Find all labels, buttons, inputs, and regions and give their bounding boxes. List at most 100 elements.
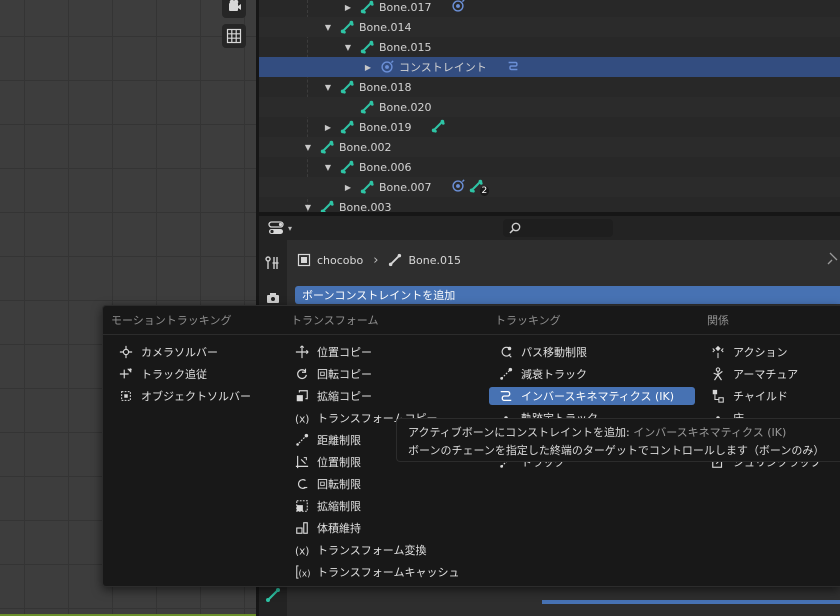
grid-view-icon[interactable] bbox=[222, 24, 246, 48]
outliner-row[interactable]: ▼ Bone.014 bbox=[259, 17, 840, 37]
editor-type-button[interactable]: ▾ bbox=[268, 220, 298, 236]
child-count: 2 bbox=[479, 186, 490, 196]
svg-text:(x): (x) bbox=[299, 569, 311, 579]
menu-item-label: 距離制限 bbox=[317, 434, 361, 447]
collapse-arrow-icon[interactable]: ▼ bbox=[303, 203, 313, 212]
camera-view-icon[interactable] bbox=[222, 0, 246, 18]
outliner-row-label: Bone.019 bbox=[359, 120, 412, 134]
bone-icon bbox=[430, 119, 446, 136]
tooltip-title: アクティブボーンにコンストレイントを追加: インバースキネマティクス (IK) bbox=[408, 424, 840, 440]
child-of-icon bbox=[709, 388, 727, 404]
search-input[interactable] bbox=[503, 219, 613, 237]
menu-item-copy-location[interactable]: 位置コピー bbox=[285, 343, 481, 361]
outliner-row[interactable]: ▼ Bone.018 bbox=[259, 77, 840, 97]
column-heading-relationship: 関係 bbox=[707, 314, 729, 327]
expand-arrow-icon[interactable]: ▶ bbox=[323, 123, 333, 132]
collapse-arrow-icon[interactable]: ▼ bbox=[343, 43, 353, 52]
outliner-row[interactable]: Bone.020 bbox=[259, 97, 840, 117]
breadcrumb: chocobo › Bone.015 bbox=[297, 250, 461, 270]
clamp-to-icon bbox=[497, 344, 515, 360]
menu-item-label: アクション bbox=[733, 346, 788, 359]
expand-arrow-icon[interactable]: ▶ bbox=[343, 183, 353, 192]
bone-icon bbox=[319, 200, 335, 212]
menu-item-maintain-volume[interactable]: 体積維持 bbox=[285, 519, 481, 537]
menu-item-clamp-to[interactable]: パス移動制限 bbox=[489, 343, 695, 361]
outliner-row-label: コンストレイント bbox=[399, 61, 487, 74]
outliner-row[interactable]: ▼ Bone.015 bbox=[259, 37, 840, 57]
limit-location-icon bbox=[293, 454, 311, 470]
menu-item-limit-scale[interactable]: 拡縮制限 bbox=[285, 497, 481, 515]
menu-item-label: 回転コピー bbox=[317, 368, 372, 381]
menu-separator bbox=[103, 334, 840, 335]
outliner-row-label: Bone.017 bbox=[379, 0, 432, 14]
copy-location-icon bbox=[293, 344, 311, 360]
column-heading-motion-tracking: モーショントラッキング bbox=[111, 314, 232, 327]
menu-item-label: 体積維持 bbox=[317, 522, 361, 535]
menu-item-track-follow[interactable]: トラック追従 bbox=[109, 365, 279, 383]
tooltip-prefix: アクティブボーンにコンストレイントを追加: bbox=[408, 426, 630, 439]
menu-item-limit-rotation[interactable]: 回転制限 bbox=[285, 475, 481, 493]
menu-item-label: チャイルド bbox=[733, 390, 788, 403]
outliner-row[interactable]: ▶ Bone.017 bbox=[259, 0, 840, 17]
outliner-row-label: Bone.007 bbox=[379, 180, 432, 194]
outliner-row-label: Bone.006 bbox=[359, 160, 412, 174]
bone-icon bbox=[359, 40, 375, 54]
menu-item-action[interactable]: アクション bbox=[701, 343, 840, 361]
expand-arrow-icon[interactable]: ▶ bbox=[343, 3, 353, 12]
collapse-arrow-icon[interactable]: ▼ bbox=[323, 23, 333, 32]
row-extra-icons[interactable] bbox=[505, 59, 521, 76]
limit-rotation-icon bbox=[293, 476, 311, 492]
menu-item-label: アーマチュア bbox=[733, 368, 799, 381]
row-extra-icons[interactable]: 2 bbox=[450, 178, 490, 196]
menu-item-transformation[interactable]: (x) トランスフォーム変換 bbox=[285, 541, 481, 559]
menu-item-armature[interactable]: アーマチュア bbox=[701, 365, 840, 383]
properties-header: ▾ bbox=[259, 216, 840, 240]
menu-item-child-of[interactable]: チャイルド bbox=[701, 387, 840, 405]
limit-distance-icon bbox=[293, 432, 311, 448]
transform-cache-icon: (x) bbox=[293, 564, 311, 580]
outliner[interactable]: ▶ Bone.017 ▼ Bone.014 ▼ Bone.015 ▶ コンストレイント ▼ Bon… bbox=[259, 0, 840, 212]
tool-tab-icon[interactable] bbox=[263, 253, 283, 273]
camera-solver-icon bbox=[117, 344, 135, 360]
outliner-row-label: Bone.020 bbox=[379, 100, 432, 114]
collapse-arrow-icon[interactable]: ▼ bbox=[323, 163, 333, 172]
menu-item-copy-rotation[interactable]: 回転コピー bbox=[285, 365, 481, 383]
row-extra-icons[interactable] bbox=[430, 119, 446, 136]
outliner-row[interactable]: ▶ Bone.019 bbox=[259, 117, 840, 137]
bone-icon bbox=[339, 120, 355, 134]
constraint-icon bbox=[379, 60, 395, 74]
outliner-row[interactable]: ▶ コンストレイント bbox=[259, 57, 840, 77]
outliner-row-label: Bone.015 bbox=[379, 40, 432, 54]
menu-item-camera-solver[interactable]: カメラソルバー bbox=[109, 343, 279, 361]
outliner-row[interactable]: ▼ Bone.003 bbox=[259, 197, 840, 212]
outliner-row-label: Bone.014 bbox=[359, 20, 412, 34]
bone-tab-icon[interactable] bbox=[263, 585, 283, 605]
expand-arrow-icon[interactable]: ▶ bbox=[363, 63, 373, 72]
action-icon bbox=[709, 344, 727, 360]
add-bone-constraint-button[interactable]: ボーンコンストレイントを追加 bbox=[295, 286, 840, 304]
limit-scale-icon bbox=[293, 498, 311, 514]
outliner-row[interactable]: ▼ Bone.006 bbox=[259, 157, 840, 177]
pin-icon[interactable] bbox=[826, 252, 838, 269]
outliner-row-label: Bone.018 bbox=[359, 80, 412, 94]
bone-icon bbox=[389, 253, 402, 267]
menu-item-label: 位置コピー bbox=[317, 346, 372, 359]
menu-item-object-solver[interactable]: オブジェクトソルバー bbox=[109, 387, 279, 405]
row-extra-icons[interactable] bbox=[450, 0, 466, 16]
menu-item-ik[interactable]: インバースキネマティクス (IK) bbox=[489, 387, 695, 405]
outliner-row[interactable]: ▼ Bone.002 bbox=[259, 137, 840, 157]
outliner-row[interactable]: ▶ Bone.007 2 bbox=[259, 177, 840, 197]
menu-item-transform-cache[interactable]: (x) トランスフォームキャッシュ bbox=[285, 563, 481, 581]
menu-item-label: 拡縮制限 bbox=[317, 500, 361, 513]
collapse-arrow-icon[interactable]: ▼ bbox=[323, 83, 333, 92]
outliner-row-label: Bone.002 bbox=[339, 140, 392, 154]
tooltip-description: ボーンのチェーンを指定した終端のターゲットでコントロールします（ボーンのみ） bbox=[408, 444, 825, 457]
bone-icon bbox=[339, 80, 355, 94]
breadcrumb-armature: chocobo bbox=[317, 253, 364, 267]
breadcrumb-bone: Bone.015 bbox=[408, 253, 461, 267]
breadcrumb-separator: › bbox=[373, 252, 379, 268]
menu-item-damped-track[interactable]: 減衰トラック bbox=[489, 365, 695, 383]
collapse-arrow-icon[interactable]: ▼ bbox=[303, 143, 313, 152]
constraint-icon bbox=[450, 0, 466, 16]
menu-item-copy-scale[interactable]: 拡縮コピー bbox=[285, 387, 481, 405]
